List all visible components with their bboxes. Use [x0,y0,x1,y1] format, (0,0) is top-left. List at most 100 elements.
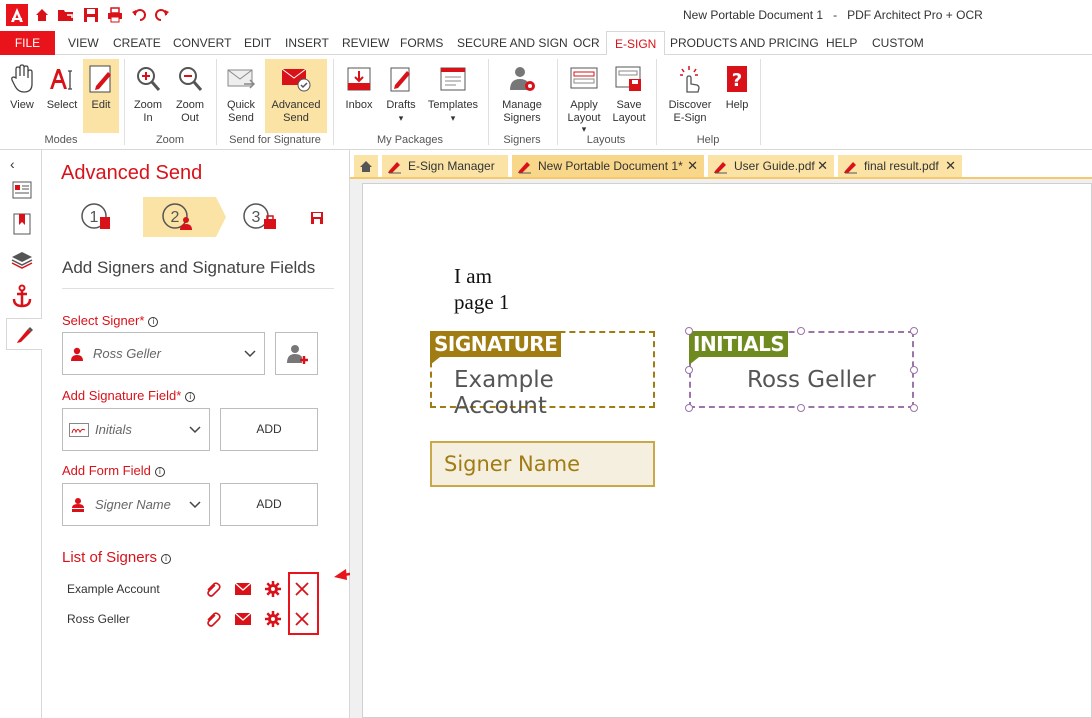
attachment-icon[interactable] [205,612,221,628]
drafts-button[interactable]: Drafts ▾ [382,59,420,133]
resize-handle[interactable] [910,327,918,335]
email-icon[interactable] [235,583,251,595]
drafts-dropdown-chevron-icon[interactable]: ▾ [382,112,420,125]
menu-insert[interactable]: INSERT [285,31,329,55]
resize-handle[interactable] [910,404,918,412]
inbox-button[interactable]: Inbox [339,59,379,133]
info-icon[interactable]: i [185,392,196,402]
signature-field[interactable]: SIGNATURE Example Account [430,331,655,419]
menu-help[interactable]: HELP [826,31,857,55]
zoom-in-button[interactable]: Zoom In [130,59,166,133]
resize-handle[interactable] [685,404,693,412]
zoom-out-button[interactable]: Zoom Out [172,59,208,133]
step-2-button-active[interactable]: 2 [143,197,226,237]
bookmarks-icon[interactable] [10,212,34,236]
settings-gear-icon[interactable] [265,611,281,627]
home-icon[interactable] [32,5,52,25]
select-signer-dropdown[interactable]: Ross Geller [62,332,265,375]
advanced-send-button[interactable]: Advanced Send [265,59,327,133]
step-1-button[interactable]: 1 [80,202,114,232]
signature-field-value: Example Account [454,367,554,419]
save-icon[interactable] [81,5,101,25]
e-sign-pen-icon[interactable] [6,318,43,350]
menu-create[interactable]: CREATE [113,31,161,55]
signer-name-form-field[interactable]: Signer Name [430,441,655,487]
menu-e-sign[interactable]: E-SIGN [606,31,666,56]
close-icon[interactable]: ✕ [687,155,698,177]
view-button[interactable]: View [4,59,40,133]
select-signer-value: Ross Geller [93,346,161,361]
attachment-icon[interactable] [205,582,221,598]
save-draft-icon[interactable] [310,211,324,228]
manage-signers-button[interactable]: Manage Signers [496,59,548,133]
signature-field-type-dropdown[interactable]: Initials [62,408,210,451]
menu-edit[interactable]: EDIT [244,31,271,55]
resize-handle[interactable] [797,404,805,412]
apply-layout-dropdown-chevron-icon[interactable]: ▾ [564,125,604,134]
templates-button[interactable]: Templates ▾ [425,59,481,133]
signer-name-form-field-value: Signer Name [444,452,580,476]
resize-handle[interactable] [685,366,693,374]
save-layout-label-2: Layout [612,112,646,124]
manage-signers-label-2: Signers [503,112,541,124]
discover-e-sign-button[interactable]: Discover E-Sign [664,59,716,133]
menu-view[interactable]: VIEW [68,31,99,55]
open-folder-icon[interactable] [56,5,76,25]
undo-icon[interactable] [129,5,149,25]
info-icon[interactable]: i [154,467,165,477]
app-logo-icon[interactable] [6,4,28,26]
quick-send-button[interactable]: Quick Send [221,59,261,133]
help-button[interactable]: ? Help [720,59,754,133]
menu-file[interactable]: FILE [0,31,55,55]
menu-products-and-pricing[interactable]: PRODUCTS AND PRICING [670,31,819,55]
layers-icon[interactable] [10,248,34,272]
resize-handle[interactable] [910,366,918,374]
menu-convert[interactable]: CONVERT [173,31,231,55]
info-icon[interactable]: i [148,317,159,327]
add-form-field-button[interactable]: ADD [220,483,318,526]
apply-layout-label-1: Apply [570,99,598,111]
menu-forms[interactable]: FORMS [400,31,443,55]
collapse-chevron-icon[interactable]: ‹ [10,156,15,172]
tab-final-result[interactable]: final result.pdf ✕ [838,155,962,177]
menu-secure-and-sign[interactable]: SECURE AND SIGN [457,31,568,55]
print-icon[interactable] [105,5,125,25]
signer-name-field-icon [72,498,84,512]
thumbnails-icon[interactable] [10,178,34,202]
templates-dropdown-chevron-icon[interactable]: ▾ [425,112,481,125]
select-button[interactable]: Select [44,59,80,133]
tab-user-guide[interactable]: User Guide.pdf ✕ [708,155,834,177]
anchor-icon[interactable] [10,284,34,308]
step-3-button[interactable]: 3 [242,202,280,232]
save-layout-button[interactable]: Save Layout [609,59,649,133]
add-signer-button[interactable] [275,332,318,375]
panel-subtitle: Add Signers and Signature Fields [62,258,316,277]
menu-custom[interactable]: CUSTOM [872,31,924,55]
pdf-page[interactable]: I am page 1 SIGNATURE Example Account IN… [362,183,1092,718]
page-text-line-1: I am [454,264,492,288]
tab-e-sign-manager[interactable]: E-Sign Manager [382,155,508,177]
inbox-icon [339,59,379,99]
apply-layout-button[interactable]: Apply Layout ▾ [564,59,604,134]
group-separator [557,59,558,145]
resize-handle[interactable] [685,327,693,335]
redo-icon[interactable] [152,5,172,25]
initials-field[interactable]: INITIALS Ross Geller [685,327,918,412]
form-field-type-dropdown[interactable]: Signer Name [62,483,210,526]
home-icon [360,160,372,172]
menu-ocr[interactable]: OCR [573,31,600,55]
edit-button[interactable]: Edit [83,59,119,133]
info-icon[interactable]: i [161,554,172,564]
home-tab[interactable] [354,155,378,177]
zoom-in-label-2: In [143,112,153,124]
close-icon[interactable]: ✕ [945,155,956,177]
settings-gear-icon[interactable] [265,581,281,597]
close-icon[interactable]: ✕ [817,155,828,177]
email-icon[interactable] [235,613,251,625]
tab-new-portable-document[interactable]: New Portable Document 1* ✕ [512,155,704,177]
resize-handle[interactable] [797,327,805,335]
add-signature-field-button[interactable]: ADD [220,408,318,451]
menu-review[interactable]: REVIEW [342,31,389,55]
discover-label-2: E-Sign [673,112,707,124]
zoom-in-label-1: Zoom [133,99,163,111]
